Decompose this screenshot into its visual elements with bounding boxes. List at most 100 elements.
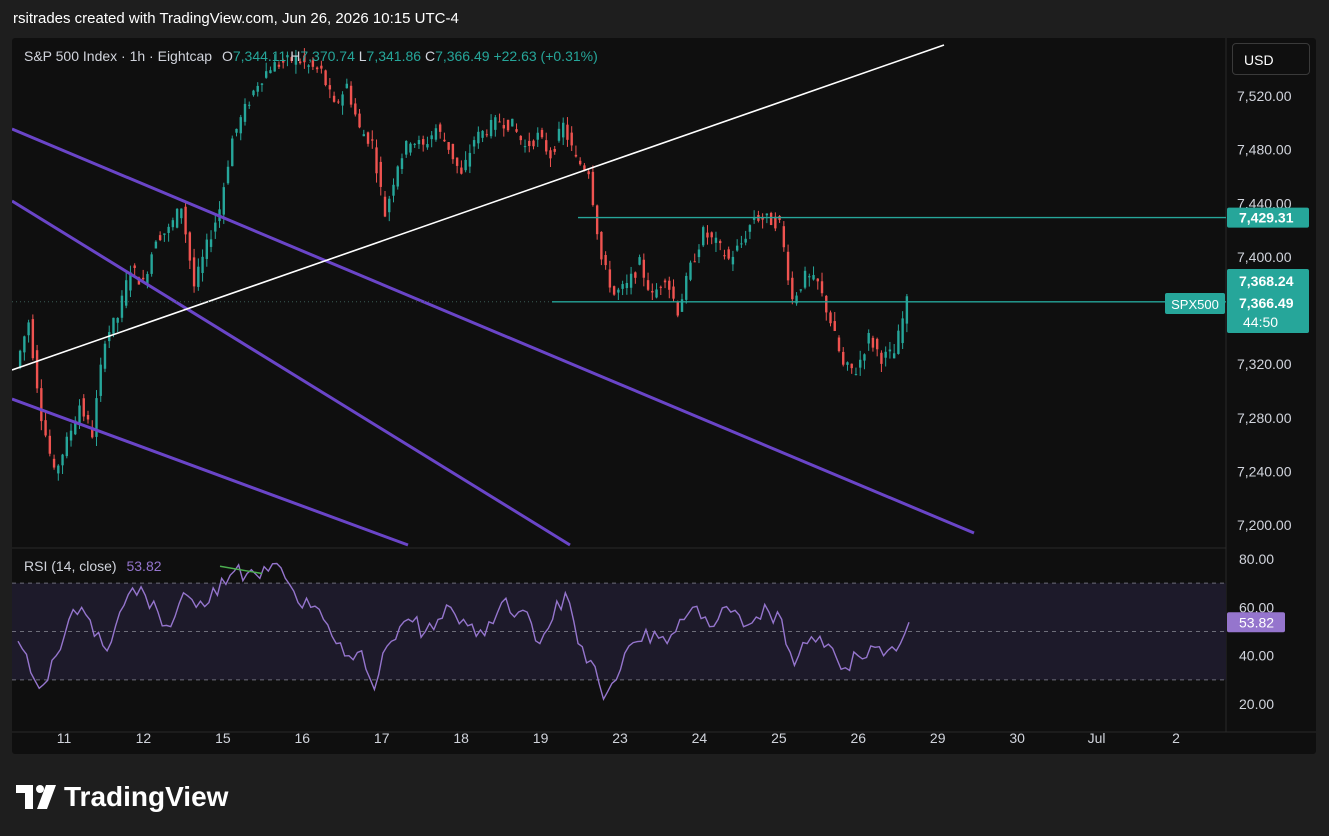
candle-body (634, 272, 637, 278)
candle-body (430, 135, 433, 140)
candle-body (782, 226, 786, 248)
candle-body (35, 350, 39, 389)
candle-body (714, 237, 718, 243)
candle-body (277, 64, 281, 67)
rsi-current-label: 53.82 (1239, 614, 1274, 630)
candle-body (659, 286, 662, 288)
candle-body (192, 257, 196, 287)
x-tick-label: Jul (1088, 730, 1106, 746)
candle-body (842, 351, 845, 365)
legend-open-label: O (221, 48, 233, 64)
candle-body (519, 135, 522, 141)
candle-body (421, 139, 425, 145)
candle-body (315, 67, 319, 70)
candle-body (375, 147, 378, 174)
candle-body (103, 343, 107, 369)
channel-line-upper (12, 127, 975, 535)
candle-body (642, 259, 646, 278)
candle-body (265, 71, 268, 78)
candle-body (341, 94, 344, 106)
candle-body (723, 255, 726, 257)
candle-body (557, 128, 561, 141)
candle-body (502, 125, 506, 129)
tradingview-logo[interactable]: TradingView (16, 781, 228, 813)
candle-body (587, 171, 590, 175)
candle-body (171, 220, 175, 228)
candle-body (629, 273, 633, 288)
rsi-tick-label: 80.00 (1239, 551, 1274, 567)
candle-body (205, 239, 209, 259)
candle-body (167, 226, 170, 233)
rsi-legend: RSI (14, close) 53.82 (24, 558, 162, 574)
candle-body (833, 321, 836, 331)
candle-body (328, 85, 332, 90)
candle-body (57, 465, 60, 474)
legend-symbol: S&P 500 Index · 1h · Eightcap (24, 48, 213, 64)
price-label-high: 7,368.24 (1239, 273, 1294, 289)
x-tick-label: 12 (136, 730, 152, 746)
candle-body (231, 138, 234, 167)
candle-body (825, 295, 828, 313)
chart-canvas[interactable]: 7,200.007,240.007,280.007,320.007,360.00… (12, 38, 1316, 754)
candle-body (61, 454, 64, 466)
candle-body (621, 284, 624, 289)
x-tick-label: 15 (215, 730, 231, 746)
candle-body (710, 232, 713, 238)
candle-body (235, 128, 238, 133)
rsi-value: 53.82 (126, 558, 162, 574)
y-tick-label: 7,200.00 (1237, 517, 1292, 533)
candle-body (718, 241, 722, 244)
rsi-tick-label: 20.00 (1239, 696, 1274, 712)
candle-body (803, 270, 807, 288)
candle-body (532, 140, 535, 147)
candle-body (65, 436, 68, 457)
x-tick-label: 30 (1009, 730, 1025, 746)
candle-body (545, 140, 548, 152)
legend-close-label: C (424, 48, 436, 64)
candle-body (574, 154, 578, 157)
legend-change: +22.63 (+0.31%) (493, 48, 598, 64)
candle-body (307, 65, 310, 67)
candle-body (354, 103, 357, 115)
candle-body (443, 139, 446, 142)
candle-body (816, 278, 819, 282)
candle-body (506, 119, 510, 131)
candle-body (413, 143, 416, 145)
candle-body (812, 275, 815, 280)
candle-body (460, 167, 463, 174)
candle-body (40, 388, 43, 422)
x-tick-label: 19 (533, 730, 549, 746)
candle-body (434, 128, 438, 140)
x-tick-label: 23 (612, 730, 628, 746)
legend-close: 7,366.49 (435, 48, 490, 64)
candle-body (786, 251, 790, 281)
candle-body (52, 458, 56, 468)
candle-body (320, 65, 323, 69)
price-label-countdown: 44:50 (1243, 314, 1278, 330)
candle-body (892, 353, 896, 359)
candle-body (663, 280, 667, 283)
candle-body (859, 359, 862, 368)
candle-body (846, 362, 849, 365)
candle-body (511, 118, 514, 127)
candle-body (69, 430, 73, 441)
candle-body (44, 420, 47, 436)
x-tick-label: 2 (1172, 730, 1180, 746)
candle-body (379, 161, 382, 187)
candle-body (829, 312, 832, 324)
ohlc-legend: S&P 500 Index · 1h · Eightcap O7,344.11 … (24, 48, 598, 64)
candle-body (31, 319, 35, 359)
currency-button[interactable]: USD (1232, 43, 1310, 75)
candle-body (528, 140, 531, 147)
candle-body (591, 171, 595, 205)
candle-body (252, 90, 255, 96)
x-tick-label: 25 (771, 730, 787, 746)
candle-body (578, 160, 582, 165)
candle-body (820, 281, 824, 294)
candle-body (201, 256, 204, 273)
candle-body (774, 216, 777, 229)
candle-body (727, 249, 730, 259)
candle-body (371, 139, 374, 141)
candle-body (451, 143, 455, 160)
candle-body (78, 405, 81, 423)
